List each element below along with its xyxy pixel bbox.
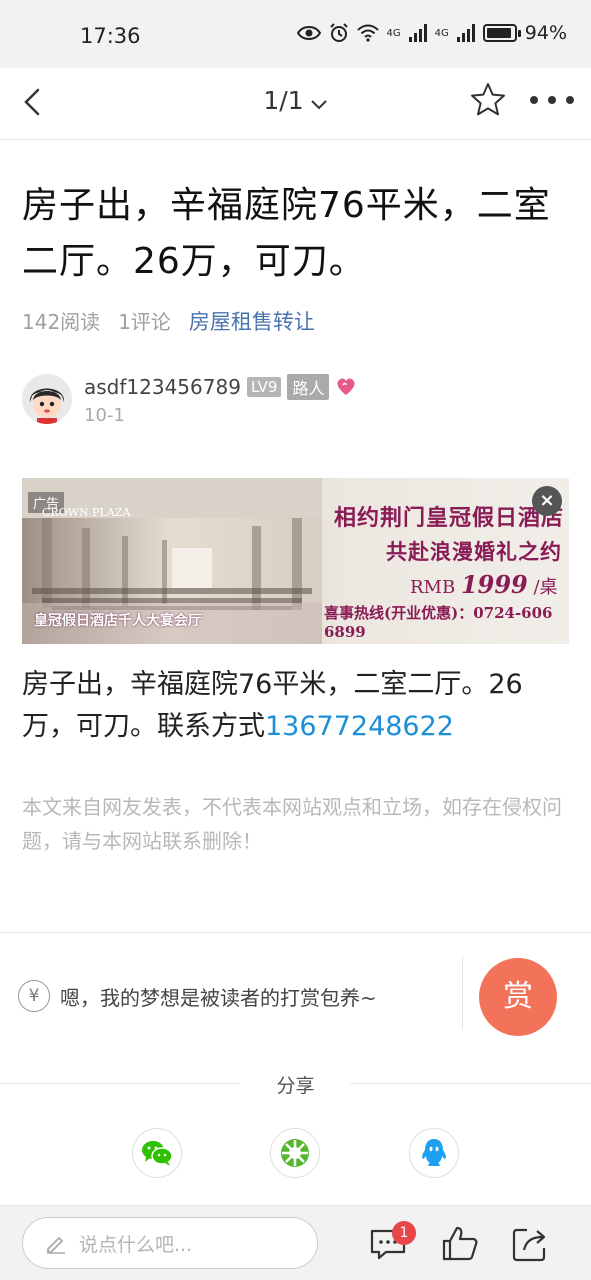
avatar[interactable] <box>22 374 72 424</box>
close-icon: × <box>539 490 555 511</box>
alarm-icon <box>329 23 348 42</box>
ad-subheadline: 共赴浪漫婚礼之约 <box>386 539 562 564</box>
dot-icon <box>548 96 556 104</box>
ad-hotline: 喜事热线(开业优惠)：0724-606 6899 <box>324 604 553 641</box>
more-options-button[interactable] <box>530 92 574 108</box>
ad-price-suffix: /桌 <box>533 577 558 598</box>
comment-input[interactable]: 说点什么吧... <box>22 1217 318 1269</box>
wifi-icon <box>356 24 379 42</box>
network-label-1: 4G <box>386 27 401 39</box>
post-content: 房子出，辛福庭院76平米，二室二厅。26万，可刀。联系方式13677248622 <box>22 664 572 748</box>
qq-icon <box>422 1139 446 1166</box>
chevron-down-icon <box>310 88 328 117</box>
network-label-2: 4G <box>434 27 449 39</box>
post-date: 10-1 <box>84 405 125 426</box>
thumbs-up-icon <box>442 1226 478 1261</box>
level-badge: LV9 <box>246 377 282 397</box>
top-nav-bar: 1/1 <box>0 68 591 140</box>
eye-icon <box>296 26 321 40</box>
ad-price-prefix: RMB <box>410 577 456 598</box>
ad-price: RMB 1999 /桌 <box>410 570 558 599</box>
share-wechat-button[interactable] <box>132 1128 182 1178</box>
status-time: 17:36 <box>80 24 141 48</box>
reward-message[interactable]: ¥ 嗯，我的梦想是被读者的打赏包养~ <box>18 976 448 1016</box>
disclaimer-text: 本文来自网友发表，不代表本网站观点和立场，如存在侵权问题，请与本网站联系删除！ <box>22 795 562 853</box>
share-moments-button[interactable] <box>270 1128 320 1178</box>
ad-price-value: 1999 <box>460 570 528 599</box>
wechat-icon <box>142 1141 173 1166</box>
yen-icon: ¥ <box>18 980 50 1012</box>
share-qq-button[interactable] <box>409 1128 459 1178</box>
read-count: 142阅读 <box>22 310 101 334</box>
dot-icon <box>530 96 538 104</box>
status-icons: 4G 4G 94% <box>296 22 567 44</box>
signal-icon-2 <box>456 24 475 42</box>
moments-icon <box>281 1139 309 1167</box>
share-label: 分享 <box>276 1075 315 1097</box>
phone-link[interactable]: 13677248622 <box>265 711 454 742</box>
favorite-button[interactable] <box>468 80 508 120</box>
signal-icon <box>408 24 427 42</box>
post-meta: 142阅读 1评论 房屋租售转让 <box>22 306 315 336</box>
post-title: 房子出，辛福庭院76平米，二室二厅。26万，可刀。 <box>22 185 551 282</box>
share-icon <box>512 1228 546 1262</box>
author-name[interactable]: asdf123456789 <box>84 375 241 399</box>
reward-placeholder: 嗯，我的梦想是被读者的打赏包养~ <box>60 985 377 1010</box>
heart-badge-icon <box>337 378 355 395</box>
status-bar: 17:36 4G 4G 94% <box>0 0 591 68</box>
avatar-cartoon-icon <box>22 374 72 424</box>
comment-placeholder: 说点什么吧... <box>79 1233 193 1256</box>
pencil-icon <box>47 1236 65 1254</box>
comment-count[interactable]: 1评论 <box>118 306 171 336</box>
hotel-logo: CROWN PLAZA <box>42 506 131 519</box>
reward-button[interactable]: 赏 <box>479 958 557 1036</box>
like-button[interactable] <box>440 1224 480 1264</box>
ad-headline: 相约荆门皇冠假日酒店 <box>334 505 565 531</box>
share-button[interactable] <box>510 1224 550 1264</box>
category-link[interactable]: 房屋租售转让 <box>189 306 315 336</box>
ad-close-button[interactable]: × <box>532 486 562 516</box>
role-badge: 路人 <box>287 374 330 400</box>
comment-count-badge: 1 <box>392 1221 416 1245</box>
ad-banner[interactable]: 广告 CROWN PLAZA 相约荆门皇冠假日酒店 共赴浪漫婚礼之约 RMB 1… <box>22 478 569 644</box>
page-indicator: 1/1 <box>263 86 304 115</box>
battery-percent: 94% <box>524 22 567 44</box>
author-info: asdf123456789 LV9 路人 <box>84 374 357 400</box>
bottom-bar: 说点什么吧... 1 <box>0 1205 591 1280</box>
divider <box>462 956 463 1030</box>
divider <box>350 1083 591 1084</box>
star-icon <box>471 83 505 116</box>
ad-caption: 皇冠假日酒店千人大宴会厅 <box>34 613 202 629</box>
divider <box>0 932 591 933</box>
battery-icon <box>482 24 521 42</box>
dot-icon <box>566 96 574 104</box>
